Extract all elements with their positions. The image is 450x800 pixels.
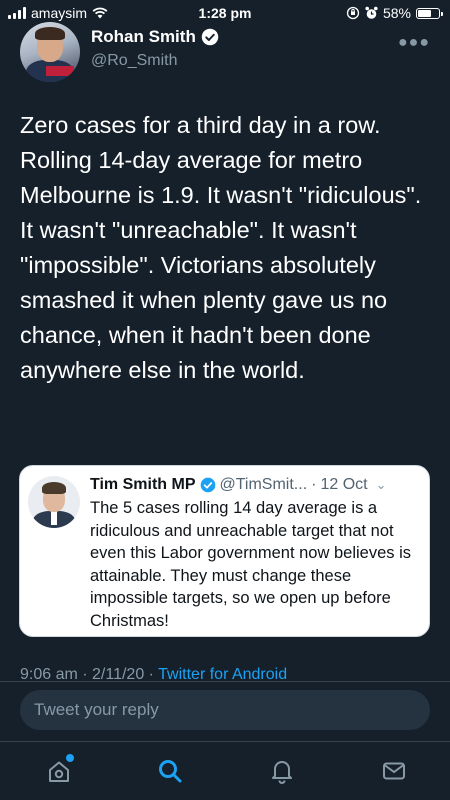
reply-bar: Tweet your reply [0,681,450,741]
status-right: 58% [346,5,443,21]
tweet-text: Zero cases for a third day in a row. Rol… [20,112,422,383]
divider [0,681,450,682]
orientation-lock-icon [346,6,360,20]
nav-messages[interactable] [379,756,409,786]
nav-search[interactable] [155,756,185,786]
more-options-icon[interactable]: ●●● [398,34,430,52]
chevron-down-icon[interactable]: ⌄ [376,477,387,493]
search-icon [159,760,182,783]
verified-badge-icon [200,477,215,493]
notifications-icon [272,761,292,784]
battery-percent: 58% [382,5,411,21]
author-handle[interactable]: @Ro_Smith [91,52,178,70]
battery-icon [416,7,443,19]
reply-input[interactable]: Tweet your reply [20,690,430,730]
status-bar: amaysim 1:28 pm 58% [0,0,450,26]
quoted-tweet-header: Tim Smith MP @TimSmit... · 12 Oct ⌄ [90,476,417,494]
quoted-author-handle: @TimSmit... [219,476,308,493]
quoted-author-avatar[interactable] [28,476,80,528]
author-name[interactable]: Rohan Smith [91,27,196,47]
quoted-author-name: Tim Smith MP [90,476,196,493]
messages-icon [383,762,405,780]
author-avatar[interactable] [20,22,80,82]
quoted-tweet-card[interactable]: Tim Smith MP @TimSmit... · 12 Oct ⌄ The … [19,465,430,637]
reply-placeholder: Tweet your reply [34,700,159,719]
quoted-tweet-date: 12 Oct [320,476,368,493]
nav-home[interactable] [44,754,74,786]
notification-dot [66,754,74,762]
alarm-icon [365,6,378,19]
bottom-nav [0,741,450,800]
author-name-row[interactable]: Rohan Smith [91,27,219,47]
battery-fill [418,9,431,17]
nav-notifications[interactable] [267,756,297,786]
quoted-tweet-text: The 5 cases rolling 14 day average is a … [90,499,412,630]
separator-dot: · [311,476,317,493]
verified-badge-icon [201,28,219,46]
